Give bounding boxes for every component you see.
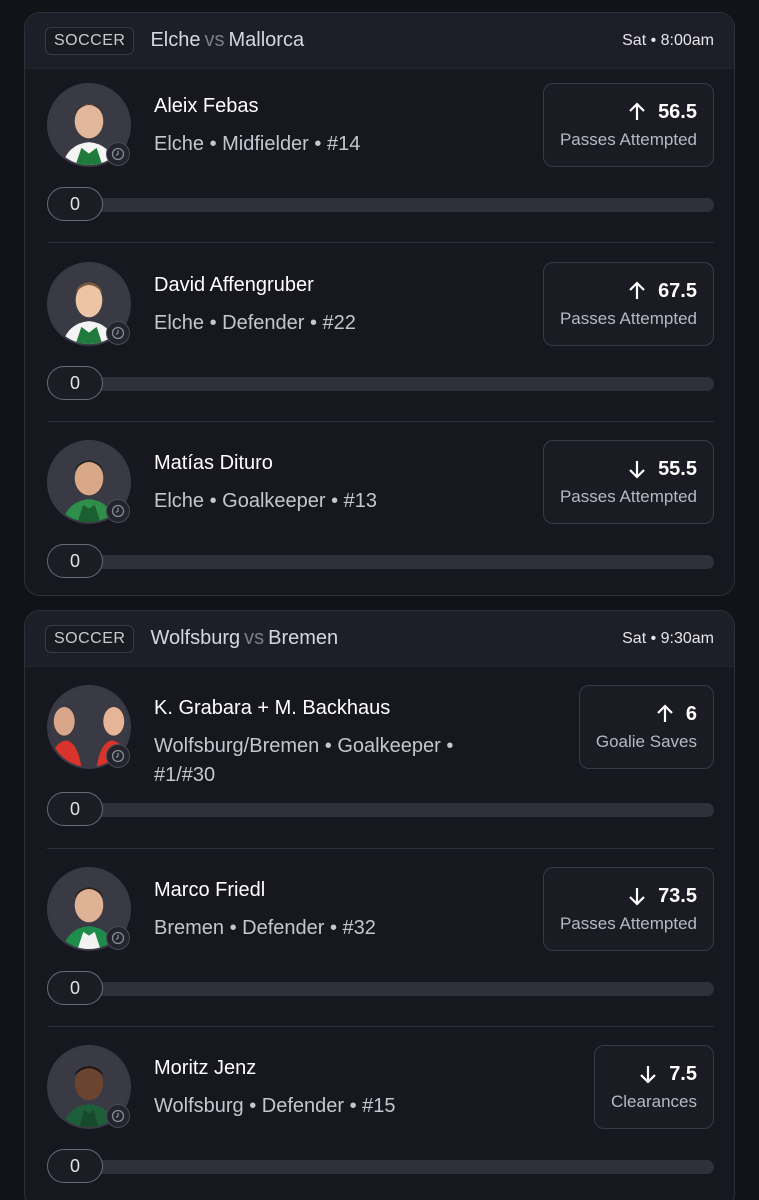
game-card: SOCCER Elche vs Mallorca Sat • 8:00am Alei… (24, 12, 735, 596)
progress-track (67, 1160, 714, 1174)
player-meta: Elche • Defender • #22 (154, 312, 356, 334)
projection-line: 55.5 (658, 457, 697, 480)
away-team: Mallorca (228, 29, 305, 51)
projection-stat: Clearances (611, 1091, 697, 1111)
clock-icon (106, 926, 130, 950)
game-header[interactable]: SOCCER Wolfsburg vs Bremen Sat • 9:30am (25, 611, 734, 667)
projection-button[interactable]: 7.5 Clearances (594, 1045, 714, 1129)
projection-button[interactable]: 56.5 Passes Attempted (542, 83, 714, 167)
progress-track (67, 803, 714, 817)
progress-bar: 0 (47, 1149, 714, 1183)
progress-value: 0 (47, 971, 103, 1005)
player-meta: Wolfsburg • Defender • #15 (154, 1095, 396, 1117)
projection-button[interactable]: 6 Goalie Saves (578, 685, 714, 769)
game-time: Sat • 8:00am (622, 31, 714, 49)
arrow-up-icon (629, 102, 645, 120)
home-team: Elche (150, 29, 201, 51)
clock-icon (106, 499, 130, 523)
projection-line: 7.5 (669, 1062, 697, 1085)
matchup: Wolfsburg vs Bremen (150, 627, 338, 650)
clock-icon (106, 321, 130, 345)
divider (47, 1026, 714, 1027)
away-team: Bremen (268, 627, 339, 649)
progress-value: 0 (47, 1149, 103, 1183)
progress-value: 0 (47, 366, 103, 400)
game-time: Sat • 9:30am (622, 629, 714, 647)
player-meta: Bremen • Defender • #32 (154, 917, 376, 939)
divider (47, 848, 714, 849)
projection-stat: Passes Attempted (559, 308, 697, 328)
vs-label: vs (244, 627, 265, 649)
divider (47, 242, 714, 243)
progress-value: 0 (47, 544, 103, 578)
projection-stat: Goalie Saves (595, 731, 697, 751)
home-team: Wolfsburg (150, 627, 241, 649)
progress-bar: 0 (47, 366, 714, 400)
projection-line: 73.5 (658, 884, 697, 907)
progress-value: 0 (47, 792, 103, 826)
arrow-up-icon (629, 281, 645, 299)
player-row[interactable]: K. Grabara + M. Backhaus Wolfsburg/Breme… (47, 685, 714, 830)
projection-button[interactable]: 73.5 Passes Attempted (542, 867, 714, 951)
projection-line: 67.5 (658, 279, 697, 302)
game-header[interactable]: SOCCER Elche vs Mallorca Sat • 8:00am (25, 13, 734, 69)
player-name: Marco Friedl (154, 879, 266, 901)
player-row[interactable]: Marco Friedl Bremen • Defender • #32 73.… (47, 867, 714, 1007)
divider (47, 421, 714, 422)
progress-track (67, 377, 714, 391)
progress-bar: 0 (47, 187, 714, 221)
clock-icon (106, 744, 130, 768)
progress-track (67, 555, 714, 569)
progress-track (67, 198, 714, 212)
sport-badge: SOCCER (45, 624, 135, 653)
projection-stat: Passes Attempted (559, 486, 697, 506)
arrow-up-icon (657, 704, 673, 722)
player-row[interactable]: Aleix Febas Elche • Midfielder • #14 56.… (47, 83, 714, 223)
arrow-down-icon (640, 1066, 656, 1084)
arrow-down-icon (629, 461, 645, 479)
player-name: Matías Dituro (154, 452, 273, 474)
player-meta: Elche • Goalkeeper • #13 (154, 490, 378, 512)
projection-stat: Passes Attempted (559, 129, 697, 149)
arrow-down-icon (629, 888, 645, 906)
progress-bar: 0 (47, 792, 714, 826)
progress-track (67, 982, 714, 996)
matchup: Elche vs Mallorca (150, 29, 304, 52)
player-name: K. Grabara + M. Backhaus (154, 697, 391, 719)
projection-button[interactable]: 55.5 Passes Attempted (542, 440, 714, 524)
game-card: SOCCER Wolfsburg vs Bremen Sat • 9:30am K.… (24, 610, 735, 1200)
clock-icon (106, 142, 130, 166)
player-meta: Wolfsburg/Bremen • Goalkeeper • #1/#30 (154, 735, 454, 786)
player-meta: Elche • Midfielder • #14 (154, 133, 361, 155)
progress-bar: 0 (47, 544, 714, 578)
player-row[interactable]: David Affengruber Elche • Defender • #22… (47, 262, 714, 402)
projection-stat: Passes Attempted (559, 913, 697, 933)
projection-line: 56.5 (658, 100, 697, 123)
clock-icon (106, 1104, 130, 1128)
player-row[interactable]: Matías Dituro Elche • Goalkeeper • #13 5… (47, 440, 714, 580)
progress-value: 0 (47, 187, 103, 221)
player-name: Aleix Febas (154, 95, 259, 117)
player-name: Moritz Jenz (154, 1057, 257, 1079)
progress-bar: 0 (47, 971, 714, 1005)
projection-button[interactable]: 67.5 Passes Attempted (542, 262, 714, 346)
vs-label: vs (204, 29, 225, 51)
player-row[interactable]: Moritz Jenz Wolfsburg • Defender • #15 7… (47, 1045, 714, 1185)
player-name: David Affengruber (154, 274, 314, 296)
sport-badge: SOCCER (45, 26, 135, 55)
projection-line: 6 (685, 702, 697, 725)
